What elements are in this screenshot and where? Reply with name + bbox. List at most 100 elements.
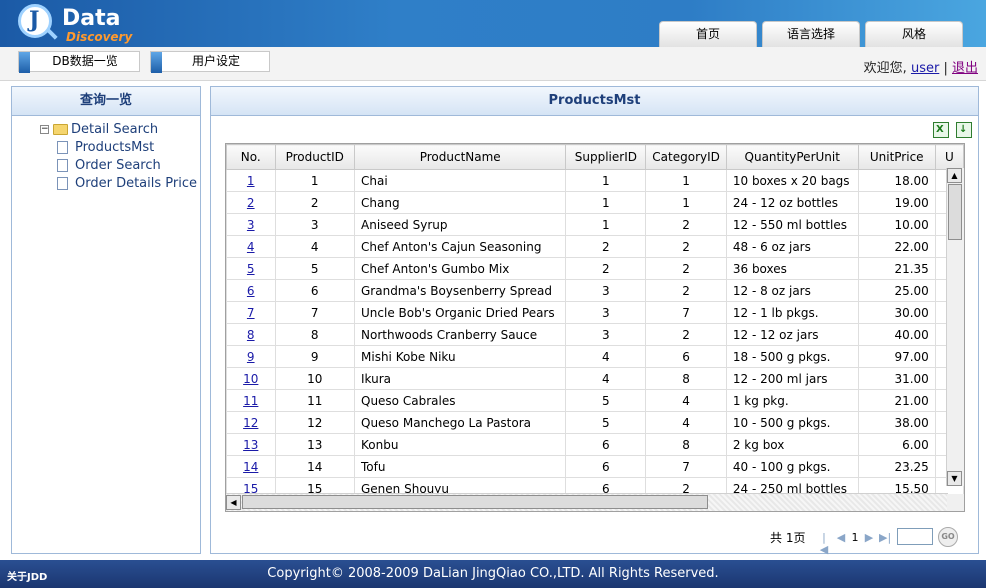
pager-total: 共 1页 (770, 531, 806, 545)
table-cell: Aniseed Syrup (353, 213, 567, 236)
table-cell: 3 (274, 213, 355, 236)
next-page-icon[interactable]: ▶ (863, 532, 875, 544)
excel-export-icon[interactable]: X (933, 122, 949, 138)
column-header[interactable]: ProductID (274, 144, 355, 170)
table-row[interactable]: 8 8 Northwoods Cranberry Sauce 3 2 12 - 12 oz… (226, 323, 964, 346)
table-cell: 22.00 (857, 235, 936, 258)
tree-root[interactable]: − Detail Search (40, 121, 197, 139)
table-row[interactable]: 14 14 Tofu 6 7 40 - 100 g pkgs. 23.25 (226, 455, 964, 478)
horizontal-scrollbar[interactable]: ◀ (226, 493, 948, 511)
table-cell: 5 (274, 257, 355, 280)
table-cell: 40 - 100 g pkgs. (725, 455, 859, 478)
table-cell: 2 (645, 279, 727, 302)
table-cell: 36 boxes (725, 257, 859, 280)
row-number-link[interactable]: 2 (247, 196, 255, 210)
table-row[interactable]: 1 1 Chai 1 1 10 boxes x 20 bags 18.00 (226, 169, 964, 192)
products-table: No. ProductID ProductName SupplierID Categor… (226, 144, 964, 500)
copyright-text: Copyright© 2008-2009 DaLian JingQiao CO.… (267, 566, 719, 581)
current-page: 1 (851, 531, 859, 544)
table-cell: 7 (645, 455, 727, 478)
table-cell: Chef Anton's Gumbo Mix (353, 257, 567, 280)
tab-home[interactable]: 首页 (659, 21, 757, 47)
table-row[interactable]: 11 11 Queso Cabrales 5 4 1 kg pkg. 21.00 (226, 389, 964, 412)
table-row[interactable]: 9 9 Mishi Kobe Niku 4 6 18 - 500 g pkgs. 97.00 (226, 345, 964, 368)
tree-item-order-search[interactable]: Order Search (40, 157, 197, 175)
table-cell: 4 (274, 235, 355, 258)
table-cell: 12 - 550 ml bottles (725, 213, 859, 236)
table-cell: 1 (645, 169, 727, 192)
products-grid: No. ProductID ProductName SupplierID Categor… (225, 143, 965, 512)
tab-language[interactable]: 语言选择 (762, 21, 860, 47)
row-number-link[interactable]: 12 (243, 416, 258, 430)
tree-item-order-details-price[interactable]: Order Details Price (40, 175, 197, 193)
row-number-link[interactable]: 13 (243, 438, 258, 452)
column-header[interactable]: CategoryID (645, 144, 727, 170)
prev-page-icon[interactable]: ◀ (835, 532, 847, 544)
tab-style[interactable]: 风格 (865, 21, 963, 47)
table-body: 1 1 Chai 1 1 10 boxes x 20 bags 18.00 2 2 Chang 1 1… (226, 169, 964, 500)
tree-item-productsmst[interactable]: ProductsMst (40, 139, 197, 157)
row-number-link[interactable]: 7 (247, 306, 255, 320)
document-icon (57, 177, 68, 190)
row-number-cell: 7 (226, 301, 276, 324)
table-row[interactable]: 2 2 Chang 1 1 24 - 12 oz bottles 19.00 (226, 191, 964, 214)
welcome-text: 欢迎您, (863, 61, 907, 76)
column-header[interactable]: QuantityPerUnit (725, 144, 859, 170)
horizontal-scroll-thumb[interactable] (242, 495, 708, 509)
user-settings-button[interactable]: 用户设定 (150, 51, 270, 73)
scroll-left-icon[interactable]: ◀ (226, 495, 241, 510)
table-cell: Chang (353, 191, 567, 214)
user-settings-label: 用户设定 (191, 54, 240, 68)
row-number-link[interactable]: 4 (247, 240, 255, 254)
table-row[interactable]: 7 7 Uncle Bob's Organic Dried Pears 3 7 12 - … (226, 301, 964, 324)
column-header[interactable]: ProductName (353, 144, 567, 170)
table-cell: 12 - 8 oz jars (725, 279, 859, 302)
excel-download-icon[interactable]: ↓ (956, 122, 972, 138)
table-cell: 6 (274, 279, 355, 302)
table-row[interactable]: 5 5 Chef Anton's Gumbo Mix 2 2 36 boxes 21.35 (226, 257, 964, 280)
table-cell: 25.00 (857, 279, 936, 302)
table-cell: 31.00 (857, 367, 936, 390)
table-cell: 18.00 (857, 169, 936, 192)
column-header[interactable]: No. (226, 144, 276, 170)
table-row[interactable]: 10 10 Ikura 4 8 12 - 200 ml jars 31.00 (226, 367, 964, 390)
table-cell: Uncle Bob's Organic Dried Pears (353, 301, 567, 324)
table-cell: 12 - 1 lb pkgs. (725, 301, 859, 324)
table-cell: 4 (565, 345, 647, 368)
row-number-link[interactable]: 11 (243, 394, 258, 408)
page-number-input[interactable] (897, 528, 933, 545)
user-link[interactable]: user (911, 61, 939, 76)
first-page-icon[interactable]: |◀ (818, 532, 830, 556)
row-number-link[interactable]: 9 (247, 350, 255, 364)
db-marker-icon (19, 52, 30, 73)
table-cell: 24 - 12 oz bottles (725, 191, 859, 214)
row-number-link[interactable]: 10 (243, 372, 258, 386)
table-cell: 13 (274, 433, 355, 456)
table-row[interactable]: 13 13 Konbu 6 8 2 kg box 6.00 (226, 433, 964, 456)
row-number-link[interactable]: 1 (247, 174, 255, 188)
vertical-scrollbar[interactable]: ▲ ▼ (946, 168, 964, 486)
row-number-link[interactable]: 6 (247, 284, 255, 298)
table-row[interactable]: 4 4 Chef Anton's Cajun Seasoning 2 2 48 - 6 o… (226, 235, 964, 258)
row-number-link[interactable]: 8 (247, 328, 255, 342)
scroll-up-icon[interactable]: ▲ (947, 168, 962, 183)
column-header[interactable]: SupplierID (565, 144, 647, 170)
scroll-down-icon[interactable]: ▼ (947, 471, 962, 486)
row-number-link[interactable]: 5 (247, 262, 255, 276)
row-number-link[interactable]: 14 (243, 460, 258, 474)
table-cell: Tofu (353, 455, 567, 478)
logout-link[interactable]: 退出 (952, 61, 978, 76)
go-button[interactable]: GO (938, 527, 958, 547)
column-header[interactable]: UnitPrice (857, 144, 936, 170)
row-number-cell: 5 (226, 257, 276, 280)
table-row[interactable]: 3 3 Aniseed Syrup 1 2 12 - 550 ml bottles 10.0… (226, 213, 964, 236)
collapse-icon[interactable]: − (40, 125, 49, 134)
table-row[interactable]: 6 6 Grandma's Boysenberry Spread 3 2 12 - 8 o… (226, 279, 964, 302)
row-number-link[interactable]: 3 (247, 218, 255, 232)
table-row[interactable]: 12 12 Queso Manchego La Pastora 5 4 10 - 500 … (226, 411, 964, 434)
last-page-icon[interactable]: ▶| (879, 532, 891, 544)
table-cell: Ikura (353, 367, 567, 390)
column-header[interactable]: U (934, 144, 964, 170)
vertical-scroll-thumb[interactable] (948, 184, 962, 240)
db-list-button[interactable]: DB数据一览 (18, 51, 140, 73)
